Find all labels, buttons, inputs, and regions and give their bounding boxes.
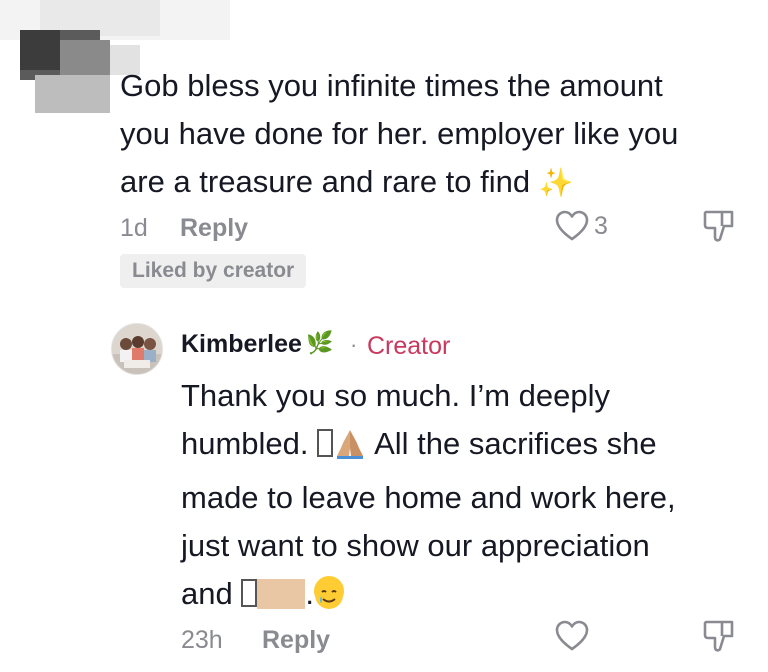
- heart-icon[interactable]: [555, 620, 589, 652]
- reply-line-5-start: and: [181, 576, 233, 611]
- reply-line-5-dot: .: [305, 576, 314, 611]
- reply-timestamp: 23h: [181, 626, 223, 654]
- reply-line-1: Thank you so much. I’m deeply: [181, 378, 611, 413]
- sparkles-icon: ✨: [538, 167, 574, 198]
- herb-icon: 🌿: [306, 330, 334, 355]
- reply-reply-button[interactable]: Reply: [262, 626, 330, 655]
- missing-glyph-icon: [241, 579, 258, 607]
- like-count: 3: [594, 212, 608, 240]
- avatar[interactable]: [111, 323, 163, 375]
- dislike-icon[interactable]: [702, 618, 736, 654]
- heart-icon[interactable]: [555, 210, 589, 242]
- comment-text: Gob bless you infinite times the amount y…: [120, 62, 760, 207]
- reply-author-name[interactable]: Kimberlee: [181, 330, 302, 359]
- comment-timestamp: 1d: [120, 214, 148, 242]
- reply-line-4: just want to show our appreciation: [181, 528, 650, 563]
- praying-hands-icon: [333, 426, 367, 474]
- comment-line-1: Gob bless you infinite times the amount: [120, 68, 663, 103]
- missing-glyph-icon: [317, 429, 334, 457]
- smiling-face-with-tear-icon: [313, 576, 344, 609]
- skin-tone-icon: [257, 579, 306, 609]
- creator-label: Creator: [367, 332, 451, 360]
- comment-line-2: you have done for her. employer like you: [120, 116, 679, 151]
- separator-dot: ·: [350, 332, 358, 357]
- dislike-icon[interactable]: [702, 208, 736, 244]
- reply-line-2-end: All the sacrifices she: [374, 426, 657, 461]
- liked-by-creator-badge: Liked by creator: [120, 254, 307, 288]
- reply-line-3: made to leave home and work here,: [181, 480, 676, 515]
- reply-line-2-start: humbled.: [181, 426, 309, 461]
- reply-text: Thank you so much. I’m deeply humbled. A…: [181, 372, 751, 618]
- comment-reply-button[interactable]: Reply: [180, 214, 248, 243]
- comment-line-3: are a treasure and rare to find: [120, 164, 531, 199]
